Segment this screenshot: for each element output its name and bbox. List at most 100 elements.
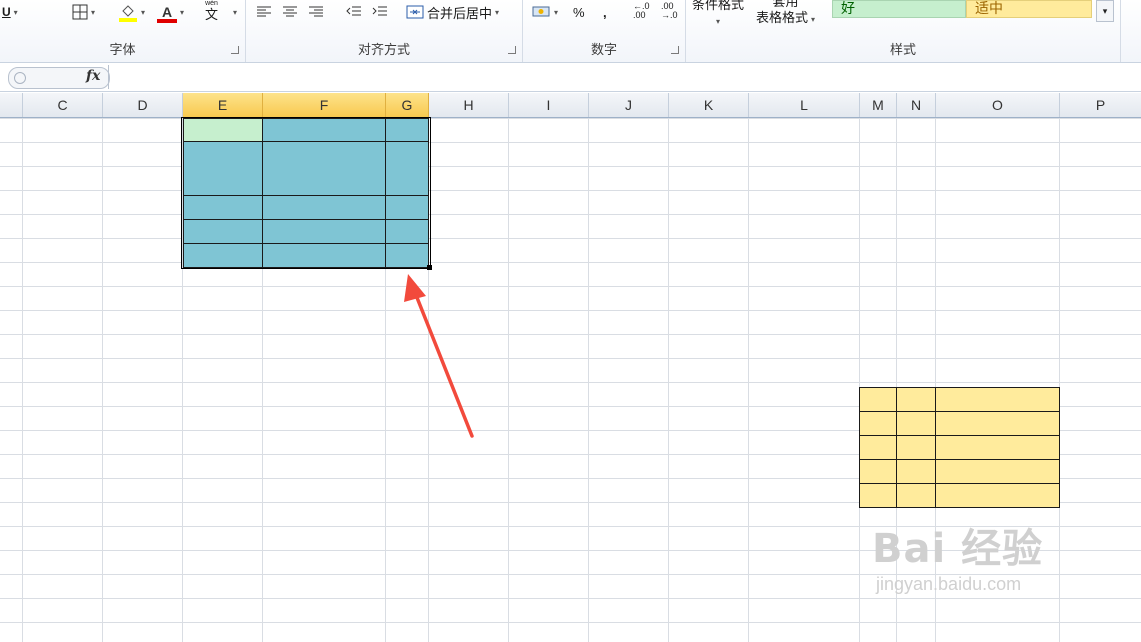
column-header-K[interactable]: K: [669, 93, 749, 117]
increase-indent-button[interactable]: [372, 2, 388, 22]
table-cell[interactable]: [859, 411, 897, 436]
chevron-down-icon: ▾: [554, 7, 559, 17]
increase-decimal-button[interactable]: ←.0.00: [633, 2, 650, 22]
column-header-I[interactable]: I: [509, 93, 589, 117]
styles-more-button[interactable]: ▾: [1096, 0, 1114, 22]
align-left-button[interactable]: [256, 2, 272, 22]
gridline: [748, 118, 749, 642]
align-center-button[interactable]: [282, 2, 298, 22]
table-cell[interactable]: [896, 459, 936, 484]
dialog-launcher-icon[interactable]: [508, 46, 516, 54]
merge-center-button[interactable]: 合并后居中 ▾: [406, 2, 499, 22]
chevron-down-icon: ▾: [495, 7, 500, 17]
table-cell[interactable]: [935, 387, 1060, 412]
gridline: [859, 118, 860, 642]
table-cell[interactable]: [859, 387, 897, 412]
table-cell[interactable]: [935, 459, 1060, 484]
table-cell[interactable]: [935, 435, 1060, 460]
decrease-decimal-icon: →.0: [661, 10, 678, 20]
table-cell[interactable]: [896, 411, 936, 436]
align-left-icon: [257, 6, 271, 17]
table-cell[interactable]: [896, 387, 936, 412]
comma-button[interactable]: ,: [603, 2, 607, 22]
table-cell[interactable]: [935, 483, 1060, 508]
decrease-indent-icon: [346, 6, 361, 16]
align-right-icon: [309, 6, 323, 17]
gridline: [1059, 118, 1060, 642]
gridline: [508, 118, 509, 642]
column-header-H[interactable]: H: [429, 93, 509, 117]
dialog-launcher-icon[interactable]: [231, 46, 239, 54]
column-header-P[interactable]: P: [1060, 93, 1141, 117]
phonetic-icon: 文: [205, 7, 219, 22]
table-cell[interactable]: [935, 411, 1060, 436]
font-group: U ▾ ▾ ▾ A ▾ wén 文 ▾ 字体: [0, 0, 246, 62]
accounting-format-button[interactable]: ▾: [531, 2, 558, 22]
decrease-decimal-button[interactable]: .00 →.0: [661, 2, 678, 22]
column-header-N[interactable]: N: [897, 93, 936, 117]
merge-cells-icon: [406, 5, 424, 19]
underline-button[interactable]: U ▾: [2, 2, 18, 22]
table-cell[interactable]: [896, 483, 936, 508]
formula-divider: [108, 65, 109, 89]
expand-gallery-icon: ▾: [1102, 6, 1108, 16]
font-color-button[interactable]: A ▾: [157, 2, 185, 23]
column-header-L[interactable]: L: [749, 93, 860, 117]
insert-function-button[interactable]: fx: [86, 68, 100, 84]
ribbon: U ▾ ▾ ▾ A ▾ wén 文 ▾ 字体 合并后居中 ▾ 对齐方式 ▾ % …: [0, 0, 1141, 63]
number-group-label: 数字: [590, 42, 617, 57]
style-neutral[interactable]: 适中: [966, 0, 1092, 18]
table-cell[interactable]: [896, 435, 936, 460]
phonetic-dropdown[interactable]: ▾: [230, 2, 237, 22]
decrease-indent-button[interactable]: [346, 2, 362, 22]
fill-handle[interactable]: [427, 265, 432, 270]
align-center-icon: [283, 6, 297, 17]
chevron-down-icon: ▾: [180, 7, 185, 17]
gridline: [102, 118, 103, 642]
column-header-E[interactable]: E: [183, 93, 263, 117]
chevron-down-icon: ▾: [141, 7, 146, 17]
phonetic-button[interactable]: wén 文: [205, 0, 219, 22]
column-header-M[interactable]: M: [860, 93, 897, 117]
watermark-url: jingyan.baidu.com: [876, 574, 1022, 594]
styles-group-label: 样式: [889, 42, 916, 57]
gridline: [588, 118, 589, 642]
conditional-format-button[interactable]: 条件格式 ▾: [692, 0, 744, 26]
red-arrow-icon: [404, 274, 474, 438]
chevron-down-icon: ▾: [716, 17, 721, 26]
gridline: [668, 118, 669, 642]
column-header-J[interactable]: J: [589, 93, 669, 117]
column-header-D[interactable]: D: [103, 93, 183, 117]
font-color-icon: A: [157, 4, 177, 23]
alignment-group: 合并后居中 ▾ 对齐方式: [246, 0, 523, 62]
table-cell[interactable]: [859, 483, 897, 508]
formula-input[interactable]: [112, 67, 1132, 87]
table-cell[interactable]: [859, 459, 897, 484]
align-right-button[interactable]: [308, 2, 324, 22]
paint-bucket-icon: [118, 2, 138, 22]
column-header-F[interactable]: F: [263, 93, 386, 117]
style-good[interactable]: 好: [832, 0, 966, 18]
watermark-logo: Bai 经验: [872, 526, 1044, 572]
column-header-O[interactable]: O: [936, 93, 1060, 117]
gridline: [22, 118, 23, 642]
currency-icon: [532, 6, 550, 17]
circle-handle-icon: [14, 72, 26, 84]
column-header-C[interactable]: C: [23, 93, 103, 117]
dialog-launcher-icon[interactable]: [671, 46, 679, 54]
selection-outline: [181, 117, 431, 269]
chevron-down-icon: ▾: [811, 15, 816, 24]
alignment-group-label: 对齐方式: [357, 42, 410, 57]
styles-group: 条件格式 ▾ 套用 表格格式 ▾ 好 适中 ▾ 样式: [686, 0, 1121, 62]
chevron-down-icon: ▾: [91, 7, 96, 17]
formula-bar: fx: [0, 63, 1141, 92]
fill-color-button[interactable]: ▾: [118, 2, 145, 22]
format-as-table-button[interactable]: 套用 表格格式 ▾: [756, 0, 815, 28]
column-header-B-partial[interactable]: [0, 93, 23, 117]
table-cell[interactable]: [859, 435, 897, 460]
font-group-label: 字体: [109, 42, 136, 57]
column-header-G[interactable]: G: [386, 93, 429, 117]
percent-button[interactable]: %: [573, 2, 585, 22]
borders-button[interactable]: ▾: [72, 2, 95, 22]
baidu-watermark: Bai 经验 jingyan.baidu.com: [872, 516, 1043, 595]
